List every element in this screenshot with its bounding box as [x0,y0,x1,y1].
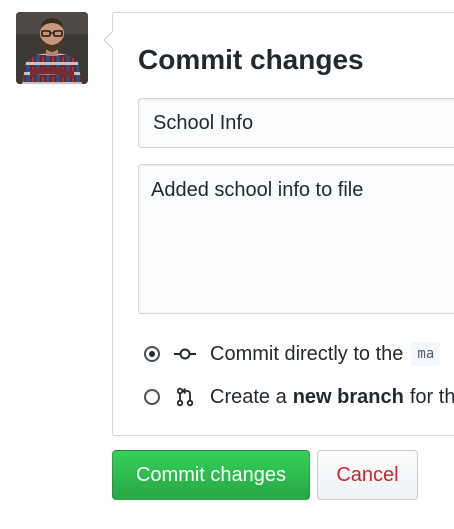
commit-direct-option[interactable]: Commit directly to the ma [144,340,441,368]
commit-description-textarea[interactable]: Added school info to file [138,164,454,314]
avatar[interactable] [16,12,88,84]
new-branch-prefix: Create a [210,385,287,408]
commit-page: Commit changes School Info Added school … [0,0,454,529]
new-branch-emphasis: new branch [292,385,404,408]
radio-new-branch[interactable] [144,389,160,405]
git-pull-request-icon [174,387,196,407]
radio-commit-direct[interactable] [144,346,160,362]
git-commit-icon [174,344,196,364]
new-branch-suffix: for th [409,385,454,408]
commit-changes-button[interactable]: Commit changes [112,450,310,500]
commit-direct-label: Commit directly to the [210,342,404,365]
branch-name: ma [411,342,441,366]
commit-title: Commit changes [138,44,364,75]
commit-summary-input[interactable]: School Info [138,98,454,148]
avatar-image [16,12,88,84]
new-branch-option[interactable]: Create a new branch for th [144,383,454,411]
cancel-button[interactable]: Cancel [317,450,418,500]
